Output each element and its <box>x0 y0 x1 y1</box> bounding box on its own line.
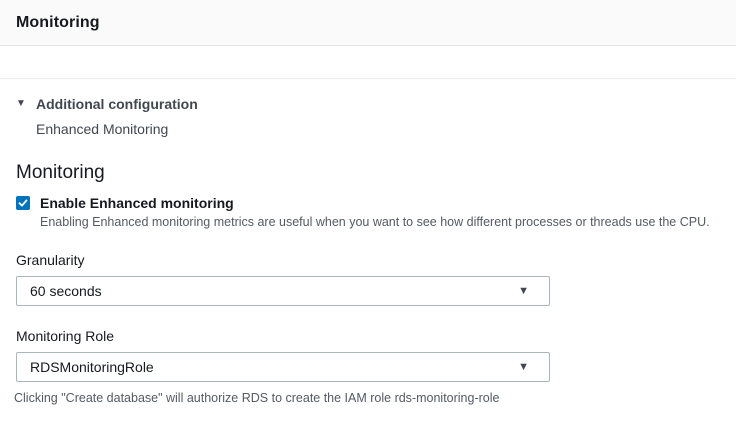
enable-enhanced-monitoring-checkbox[interactable] <box>16 196 30 210</box>
granularity-select[interactable]: 60 seconds ▼ <box>16 276 550 306</box>
enhanced-monitoring-description: Enabling Enhanced monitoring metrics are… <box>40 215 710 229</box>
panel-header: Monitoring <box>0 0 736 46</box>
monitoring-role-label: Monitoring Role <box>16 328 115 344</box>
additional-configuration-label: Additional configuration <box>36 96 198 112</box>
enhanced-monitoring-item[interactable]: Enhanced Monitoring <box>36 120 720 138</box>
caret-down-icon: ▼ <box>518 361 529 373</box>
enable-enhanced-monitoring-label[interactable]: Enable Enhanced monitoring <box>40 194 234 212</box>
enable-enhanced-monitoring-row: Enable Enhanced monitoring <box>16 194 720 212</box>
monitoring-role-select[interactable]: RDSMonitoringRole ▼ <box>16 352 550 382</box>
granularity-selected-value: 60 seconds <box>30 283 102 299</box>
caret-down-icon: ▼ <box>518 285 529 297</box>
caret-down-icon: ▼ <box>16 98 26 109</box>
section-title: Monitoring <box>16 162 105 183</box>
granularity-label: Granularity <box>16 252 85 268</box>
monitoring-panel: Monitoring ▼ Additional configuration En… <box>0 0 736 406</box>
check-icon <box>18 199 28 207</box>
section-divider <box>0 78 736 79</box>
additional-configuration-toggle[interactable]: ▼ Additional configuration <box>16 95 720 113</box>
monitoring-role-help: Clicking "Create database" will authoriz… <box>14 391 500 405</box>
page-title: Monitoring <box>16 13 100 31</box>
monitoring-role-selected-value: RDSMonitoringRole <box>30 359 154 375</box>
